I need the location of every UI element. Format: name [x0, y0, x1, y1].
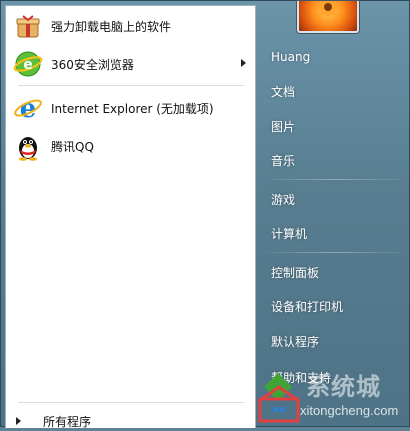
watermark: 系统城 xitongcheng.com: [254, 365, 409, 427]
program-label: 360安全浏览器: [51, 57, 134, 72]
link-label: 游戏: [271, 192, 296, 207]
program-item-360-browser[interactable]: e 360安全浏览器: [9, 46, 252, 82]
right-link-control-panel[interactable]: 控制面板: [263, 257, 403, 287]
program-item-qq[interactable]: 腾讯QQ: [9, 128, 252, 164]
right-link-games[interactable]: 游戏: [263, 184, 403, 214]
submenu-arrow-icon[interactable]: [241, 59, 246, 67]
link-label: 默认程序: [271, 334, 320, 349]
separator: [18, 402, 244, 403]
svg-text:e: e: [20, 94, 37, 123]
program-item-internet-explorer[interactable]: e Internet Explorer (无加载项): [9, 90, 252, 126]
separator: [267, 179, 403, 180]
qq-penguin-icon: [19, 137, 37, 161]
separator: [18, 85, 244, 86]
right-link-devices-printers[interactable]: 设备和打印机: [263, 291, 403, 321]
programs-panel: 强力卸载电脑上的软件 e 360安全浏览器 e Internet Explore…: [5, 5, 256, 431]
user-avatar[interactable]: [297, 1, 359, 33]
right-link-computer[interactable]: 计算机: [263, 218, 403, 248]
360-browser-icon: e: [13, 51, 43, 77]
link-label: 计算机: [271, 226, 308, 241]
link-label: 图片: [271, 119, 296, 134]
separator: [267, 252, 403, 253]
all-programs-button[interactable]: 所有程序: [16, 411, 91, 431]
flower-picture-icon: [318, 1, 338, 17]
link-label: 音乐: [271, 153, 296, 168]
right-link-default-programs[interactable]: 默认程序: [263, 326, 403, 356]
watermark-url: xitongcheng.com: [300, 403, 399, 418]
internet-explorer-icon: e: [14, 94, 42, 123]
watermark-brand: 系统城: [306, 373, 381, 401]
program-label: 强力卸载电脑上的软件: [51, 19, 172, 34]
uninstall-box-icon: [16, 15, 40, 38]
right-link-pictures[interactable]: 图片: [263, 111, 403, 141]
program-item-uninstaller[interactable]: 强力卸载电脑上的软件: [9, 8, 252, 44]
svg-text:e: e: [23, 57, 33, 73]
start-menu: 强力卸载电脑上的软件 e 360安全浏览器 e Internet Explore…: [0, 0, 410, 431]
link-label: 文档: [271, 84, 296, 99]
right-link-user[interactable]: Huang: [263, 42, 403, 72]
link-label: Huang: [271, 50, 311, 64]
program-label: 腾讯QQ: [51, 139, 94, 154]
link-label: 控制面板: [271, 265, 320, 280]
right-link-music[interactable]: 音乐: [263, 145, 403, 175]
right-link-documents[interactable]: 文档: [263, 76, 403, 106]
link-label: 设备和打印机: [271, 299, 344, 314]
program-label: Internet Explorer (无加载项): [51, 101, 214, 116]
expand-arrow-icon: [16, 417, 21, 425]
